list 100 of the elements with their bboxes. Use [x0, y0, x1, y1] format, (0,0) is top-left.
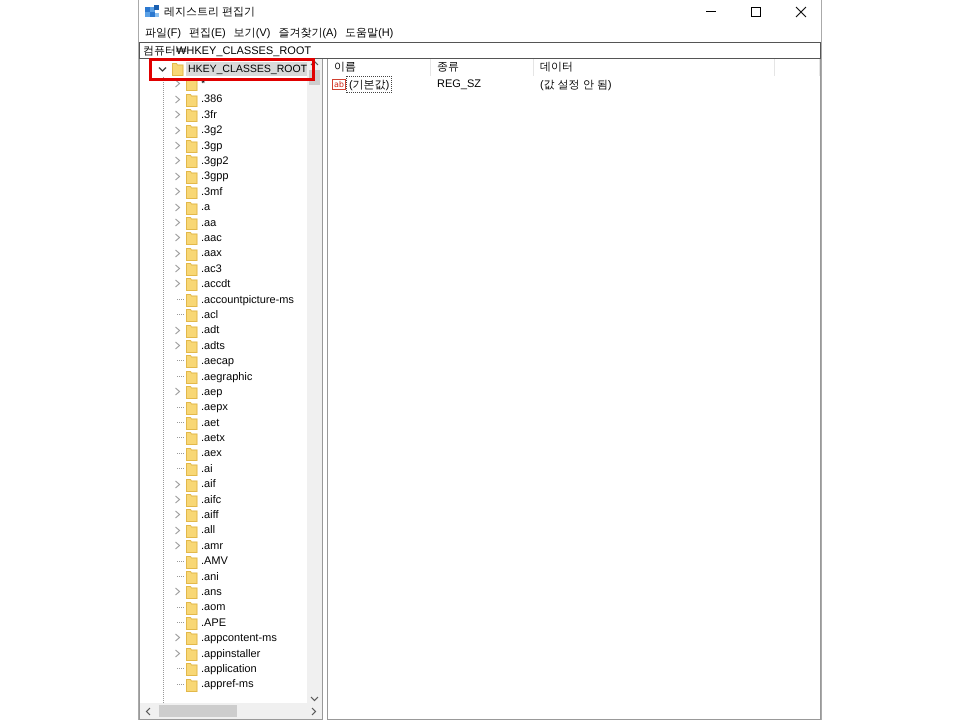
tree-item[interactable]: .3mf: [199, 184, 224, 199]
folder-icon: [186, 400, 198, 415]
tree-item[interactable]: .ani: [199, 570, 221, 584]
tree-item[interactable]: .ans: [199, 584, 224, 599]
folder-icon: [186, 478, 198, 492]
folder-icon: [172, 62, 184, 76]
tree-item[interactable]: .386: [199, 92, 224, 106]
tree-item[interactable]: .a: [199, 200, 212, 214]
horizontal-scrollbar[interactable]: [140, 703, 322, 719]
expand-chevron-icon[interactable]: [174, 587, 181, 596]
value-name[interactable]: (기본값): [346, 76, 392, 92]
expand-chevron-icon[interactable]: [174, 279, 181, 288]
folder-icon: [186, 339, 198, 354]
tree-item[interactable]: .aa: [199, 216, 218, 230]
tree-item[interactable]: .3g2: [199, 123, 224, 138]
folder-icon: [186, 492, 198, 507]
tree-item[interactable]: .3fr: [199, 108, 219, 122]
menu-item[interactable]: 보기(V): [230, 24, 274, 40]
address-bar[interactable]: 컴퓨터₩HKEY_CLASSES_ROOT: [139, 42, 821, 59]
tree-item[interactable]: .AMV: [199, 554, 230, 568]
expand-chevron-icon[interactable]: [174, 510, 181, 520]
expand-chevron-icon[interactable]: [174, 187, 181, 196]
tree-item[interactable]: .aet: [199, 416, 222, 430]
column-header[interactable]: 종류: [431, 59, 534, 76]
expand-chevron-icon[interactable]: [174, 633, 181, 642]
tree-item[interactable]: HKEY_CLASSES_ROOT: [186, 62, 310, 76]
tree-item[interactable]: .aiff: [199, 508, 221, 522]
tree-item[interactable]: .application: [199, 662, 259, 676]
expand-chevron-icon[interactable]: [174, 341, 181, 350]
folder-icon: [186, 154, 198, 168]
column-header[interactable]: 이름: [328, 59, 431, 76]
tree-item[interactable]: .aep: [199, 384, 224, 399]
expand-chevron-icon[interactable]: [174, 110, 181, 120]
tree-item[interactable]: .appcontent-ms: [199, 631, 279, 646]
expand-chevron-icon[interactable]: [174, 156, 181, 166]
folder-icon: [186, 354, 198, 368]
tree-item[interactable]: .aac: [199, 230, 224, 245]
vertical-scrollbar[interactable]: [307, 59, 322, 703]
expand-chevron-icon[interactable]: [174, 494, 181, 504]
tree-item[interactable]: .aegraphic: [199, 370, 254, 384]
expand-chevron-icon[interactable]: [174, 480, 181, 489]
column-header[interactable]: 데이터: [534, 59, 775, 76]
tree-item[interactable]: .aetx: [199, 431, 227, 446]
folder-icon: [186, 585, 198, 600]
value-type: REG_SZ: [436, 78, 482, 90]
tree-item[interactable]: .adts: [199, 338, 227, 353]
tree-item[interactable]: .ai: [199, 462, 215, 476]
tree-item[interactable]: .all: [199, 523, 218, 538]
tree-item[interactable]: .aifc: [199, 492, 224, 507]
expand-chevron-icon[interactable]: [174, 94, 181, 104]
expand-chevron-icon[interactable]: [174, 218, 181, 227]
expand-chevron-icon[interactable]: [174, 248, 181, 258]
expand-chevron-icon[interactable]: [174, 172, 181, 181]
folder-icon: [186, 308, 198, 322]
scroll-right-icon[interactable]: [309, 706, 318, 716]
tree-item[interactable]: .accountpicture-ms: [199, 292, 296, 307]
scroll-left-icon[interactable]: [144, 706, 153, 716]
menu-item[interactable]: 파일(F): [141, 24, 186, 40]
tree-item[interactable]: .APE: [199, 616, 228, 630]
scroll-down-icon[interactable]: [310, 694, 319, 703]
menu-item[interactable]: 편집(E): [185, 24, 230, 40]
tree-item[interactable]: .aif: [199, 477, 218, 492]
tree-item[interactable]: .aex: [199, 446, 224, 460]
expand-chevron-icon[interactable]: [174, 326, 181, 335]
maximize-icon: [750, 6, 762, 18]
expand-chevron-icon[interactable]: [174, 140, 181, 150]
tree-item[interactable]: .3gp2: [199, 154, 231, 168]
tree-item[interactable]: .appref-ms: [199, 677, 256, 692]
expand-chevron-icon[interactable]: [174, 387, 181, 396]
tree-item[interactable]: .3gpp: [199, 169, 231, 184]
menu-item[interactable]: 즐겨찾기(A): [274, 24, 342, 40]
collapse-chevron-icon[interactable]: [158, 65, 167, 74]
folder-icon: [186, 600, 198, 615]
expand-chevron-icon[interactable]: [174, 126, 181, 135]
folder-icon: [186, 370, 198, 384]
menu-item[interactable]: 도움말(H): [341, 24, 398, 40]
expand-chevron-icon[interactable]: [174, 202, 181, 212]
tree-item[interactable]: .adt: [199, 323, 222, 338]
tree-item[interactable]: .appinstaller: [199, 646, 262, 661]
folder-icon: [186, 108, 198, 122]
expand-chevron-icon[interactable]: [174, 526, 181, 535]
tree-item[interactable]: .amr: [199, 538, 225, 553]
scroll-thumb[interactable]: [159, 705, 237, 717]
folder-icon: [186, 416, 198, 430]
tree-item[interactable]: .ac3: [199, 262, 224, 276]
tree-item[interactable]: .aom: [199, 600, 228, 614]
expand-chevron-icon[interactable]: [174, 79, 181, 88]
scroll-up-icon[interactable]: [310, 59, 319, 68]
expand-chevron-icon[interactable]: [174, 648, 181, 658]
tree-item[interactable]: .aax: [199, 246, 224, 260]
expand-chevron-icon[interactable]: [174, 264, 181, 274]
expand-chevron-icon[interactable]: [174, 541, 181, 550]
tree-item[interactable]: .accdt: [199, 277, 232, 292]
tree-item[interactable]: .3gp: [199, 138, 224, 153]
expand-chevron-icon[interactable]: [174, 233, 181, 242]
tree-item[interactable]: .acl: [199, 308, 220, 322]
tree-item[interactable]: .aecap: [199, 354, 236, 368]
folder-icon: [186, 124, 198, 138]
folder-icon: [186, 678, 198, 692]
tree-item[interactable]: .aepx: [199, 400, 230, 414]
